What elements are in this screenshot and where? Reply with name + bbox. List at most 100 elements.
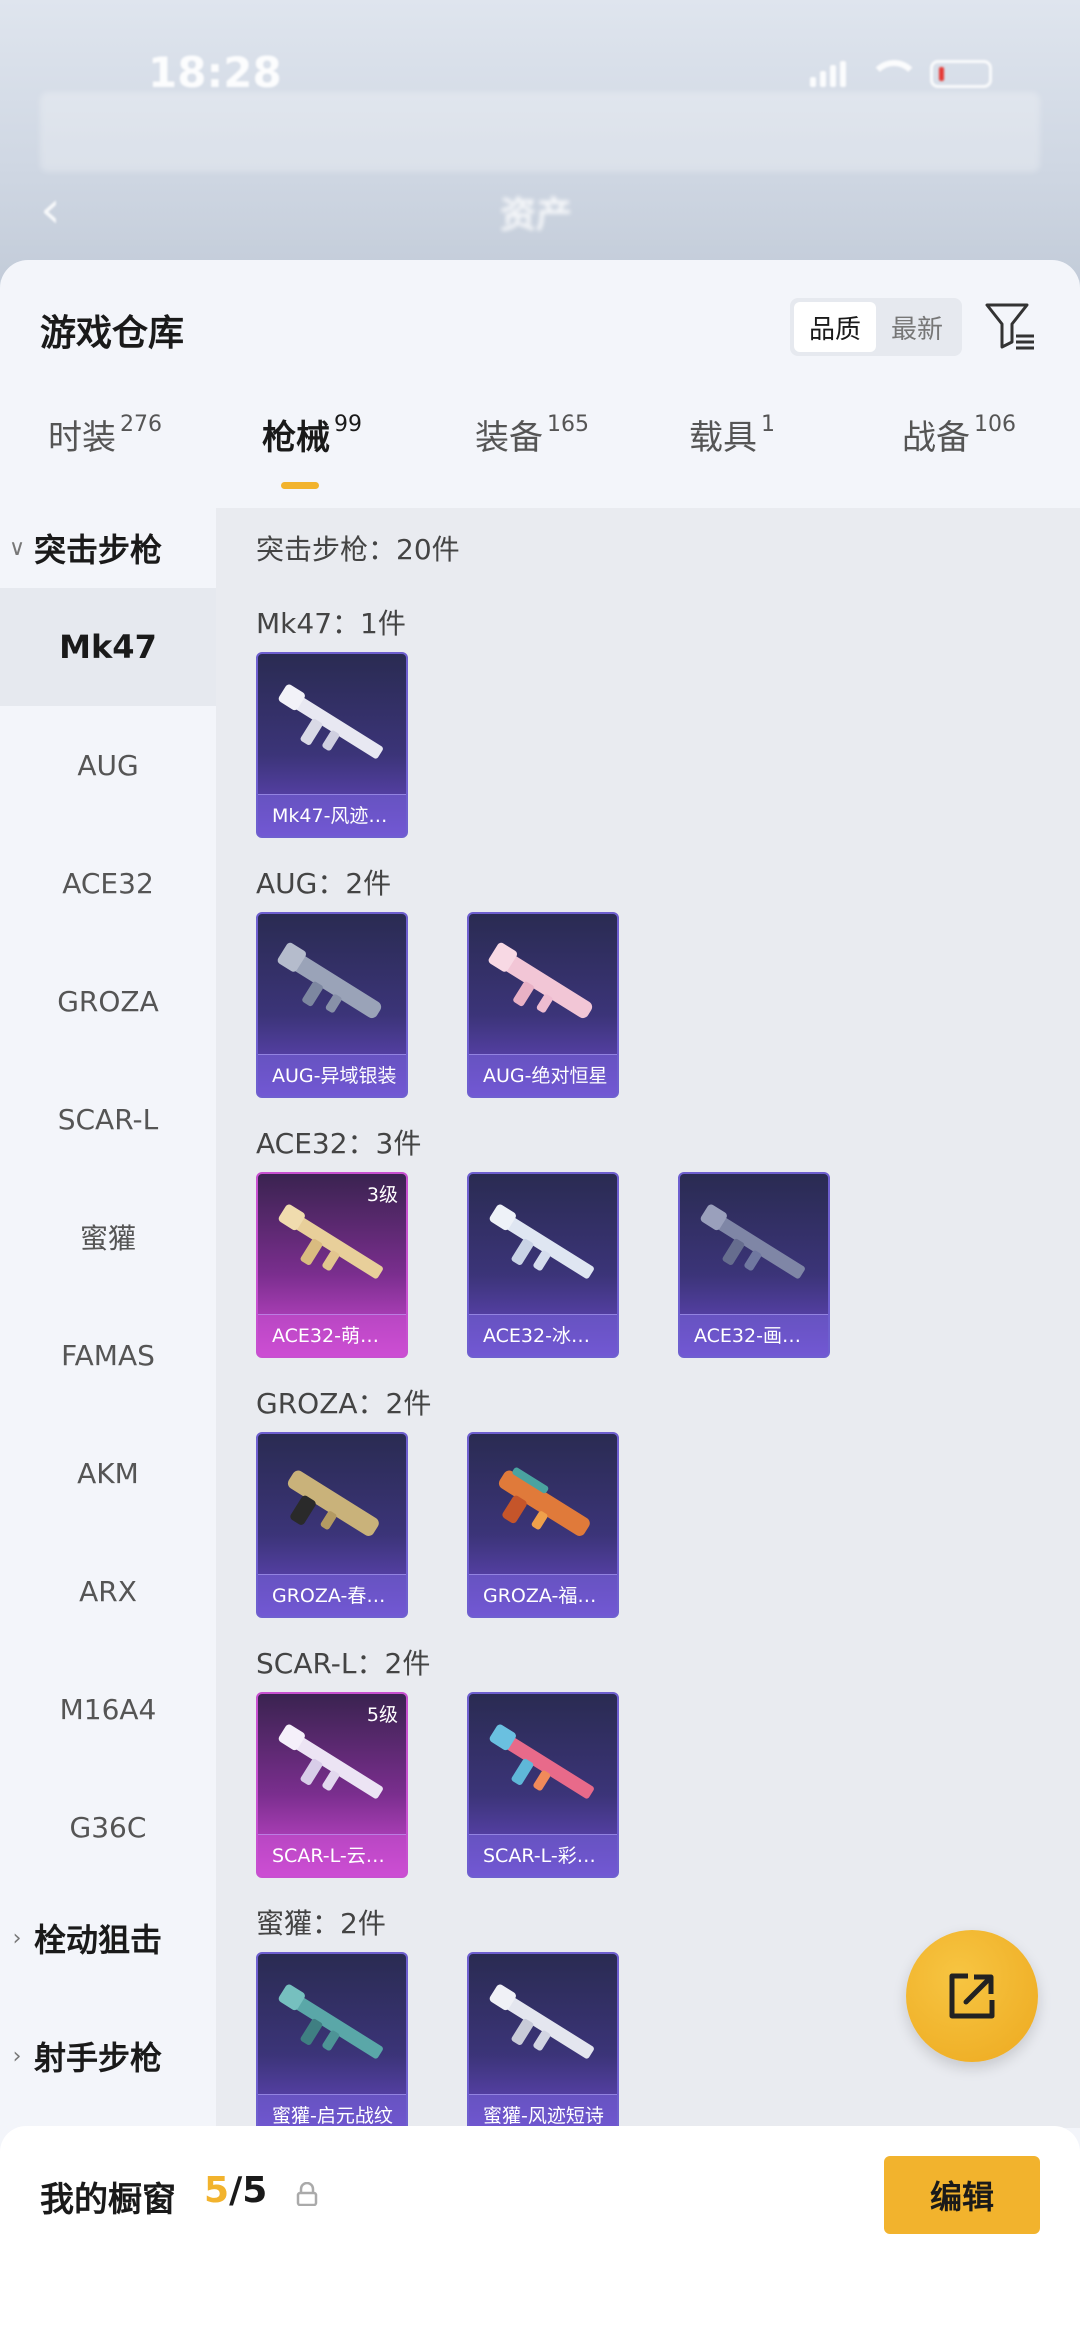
chevron-right-icon: › — [12, 1925, 22, 1951]
weapon-card-name: ACE32-画… — [680, 1314, 828, 1356]
weapon-card[interactable]: 蜜獾-风迹短诗 — [467, 1952, 619, 2128]
weapon-card-name: ACE32-萌… — [258, 1314, 406, 1356]
weapon-card-name: SCAR-L-云… — [258, 1834, 406, 1876]
weapon-card[interactable]: ACE32-冰… — [467, 1172, 619, 1358]
sidebar-item-scar-l[interactable]: SCAR-L — [0, 1060, 216, 1178]
sidebar-group-assault-rifles[interactable]: ∨ 突击步枪 — [0, 508, 216, 588]
sidebar-group-marksman[interactable]: › 射手步枪 — [0, 2016, 216, 2096]
tab-fashion[interactable]: 时装 276 — [48, 410, 162, 500]
tab-combat-gear[interactable]: 战备 106 — [902, 410, 1016, 500]
weapon-card[interactable]: AUG-绝对恒星 — [467, 912, 619, 1098]
sidebar-item-aug[interactable]: AUG — [0, 706, 216, 824]
rifle-icon — [489, 1984, 594, 2059]
sidebar-item-m16a4[interactable]: M16A4 — [0, 1650, 216, 1768]
weapon-card[interactable]: AUG-异域银装 — [256, 912, 408, 1098]
weapon-card-level: 3级 — [366, 1184, 398, 1206]
tab-label: 装备 — [475, 418, 543, 458]
showcase-separator: / — [229, 2170, 243, 2211]
tab-count: 165 — [547, 412, 589, 437]
tab-equipment[interactable]: 装备 165 — [475, 410, 589, 500]
sidebar-item-honey-badger[interactable]: 蜜獾 — [0, 1178, 216, 1296]
sidebar-item-ace32[interactable]: ACE32 — [0, 824, 216, 942]
rifle-icon — [498, 1467, 590, 1536]
sidebar-item-arx[interactable]: ARX — [0, 1532, 216, 1650]
showcase-current: 5 — [204, 2170, 230, 2211]
tab-vehicles[interactable]: 载具 1 — [689, 410, 775, 500]
weapon-card[interactable]: 5级 SCAR-L-云… — [256, 1692, 408, 1878]
battery-icon — [930, 60, 992, 88]
weapon-card-name: AUG-绝对恒星 — [469, 1054, 617, 1096]
wifi-icon — [868, 60, 920, 88]
rifle-icon — [278, 1724, 383, 1799]
sidebar-group-label: 射手步枪 — [34, 2039, 163, 2077]
back-icon[interactable]: ‹ — [40, 180, 61, 240]
tab-count: 1 — [761, 412, 775, 437]
sort-toggle: 品质 最新 — [790, 298, 962, 356]
status-icons — [810, 60, 992, 88]
showcase-label: 我的橱窗 — [40, 2180, 176, 2220]
rifle-icon — [488, 942, 593, 1019]
tab-label: 时装 — [48, 418, 116, 458]
weapon-card[interactable]: SCAR-L-彩… — [467, 1692, 619, 1878]
status-time: 18:28 — [148, 48, 282, 97]
rifle-icon — [287, 1470, 379, 1536]
section-label: 蜜獾：2件 — [256, 1907, 386, 1940]
signal-icon — [810, 61, 846, 87]
weapon-card[interactable]: Mk47-风迹… — [256, 652, 408, 838]
tab-label: 枪械 — [262, 418, 330, 458]
sidebar-item-famas[interactable]: FAMAS — [0, 1296, 216, 1414]
sidebar-group-label: 栓动狙击 — [34, 1921, 163, 1959]
weapon-card-name: SCAR-L-彩… — [469, 1834, 617, 1876]
sidebar-group-label: 突击步枪 — [34, 531, 163, 569]
sidebar-group-bolt-action[interactable]: › 栓动狙击 — [0, 1898, 216, 1978]
tab-label: 战备 — [902, 418, 970, 458]
rifle-icon — [277, 942, 382, 1019]
tab-count: 99 — [334, 412, 362, 437]
active-tab-indicator — [281, 482, 319, 489]
sidebar-item-g36c[interactable]: G36C — [0, 1768, 216, 1886]
sidebar-item-akm[interactable]: AKM — [0, 1414, 216, 1532]
weapon-card-name: Mk47-风迹… — [258, 794, 406, 836]
weapon-card-name: ACE32-冰… — [469, 1314, 617, 1356]
weapon-card-name: GROZA-福… — [469, 1574, 617, 1616]
background-title: 资产 — [500, 195, 573, 236]
weapon-card-level: 5级 — [366, 1704, 398, 1726]
rifle-icon — [700, 1204, 805, 1279]
filter-icon[interactable] — [984, 300, 1038, 354]
tab-count: 106 — [974, 412, 1016, 437]
showcase-max: 5 — [242, 2170, 268, 2211]
section-label: AUG：2件 — [256, 867, 392, 900]
category-tabs: 时装 276 枪械 99 装备 165 载具 1 战备 106 — [0, 410, 1080, 500]
lock-icon — [296, 2182, 318, 2206]
weapon-card-name: GROZA-春… — [258, 1574, 406, 1616]
section-label: GROZA：2件 — [256, 1387, 432, 1420]
background-header: 18:28 ‹ 资产 — [0, 0, 1080, 280]
chevron-right-icon: › — [12, 2043, 22, 2069]
sidebar-item-groza[interactable]: GROZA — [0, 942, 216, 1060]
section-label: ACE32：3件 — [256, 1127, 422, 1160]
sort-option-latest[interactable]: 最新 — [876, 302, 958, 352]
category-total: 突击步枪：20件 — [256, 533, 460, 566]
tab-count: 276 — [120, 412, 162, 437]
showcase-bar: 我的橱窗 5/5 编辑 — [0, 2126, 1080, 2347]
showcase-count: 5/5 — [204, 2170, 267, 2211]
weapon-card[interactable]: 蜜獾-启元战纹 — [256, 1952, 408, 2128]
weapon-card[interactable]: ACE32-画… — [678, 1172, 830, 1358]
weapon-list: 突击步枪：20件 Mk47：1件 Mk47-风迹… AUG：2件 AUG-异域银… — [216, 508, 1080, 2128]
rifle-icon — [278, 684, 383, 759]
weapon-card[interactable]: GROZA-春… — [256, 1432, 408, 1618]
rifle-icon — [278, 1984, 383, 2059]
share-button[interactable] — [906, 1930, 1038, 2062]
rifle-icon — [489, 1724, 594, 1799]
weapon-card-name: 蜜獾-风迹短诗 — [469, 2094, 617, 2128]
weapon-card[interactable]: GROZA-福… — [467, 1432, 619, 1618]
weapon-card[interactable]: 3级 ACE32-萌… — [256, 1172, 408, 1358]
rifle-icon — [278, 1204, 383, 1279]
weapon-card-name: 蜜獾-启元战纹 — [258, 2094, 406, 2128]
sidebar-item-mk47[interactable]: Mk47 — [0, 588, 216, 706]
weapon-card-name: AUG-异域银装 — [258, 1054, 406, 1096]
edit-button[interactable]: 编辑 — [884, 2156, 1040, 2234]
panel-title: 游戏仓库 — [40, 313, 185, 354]
sort-option-quality[interactable]: 品质 — [794, 302, 876, 352]
rifle-icon — [489, 1204, 594, 1279]
